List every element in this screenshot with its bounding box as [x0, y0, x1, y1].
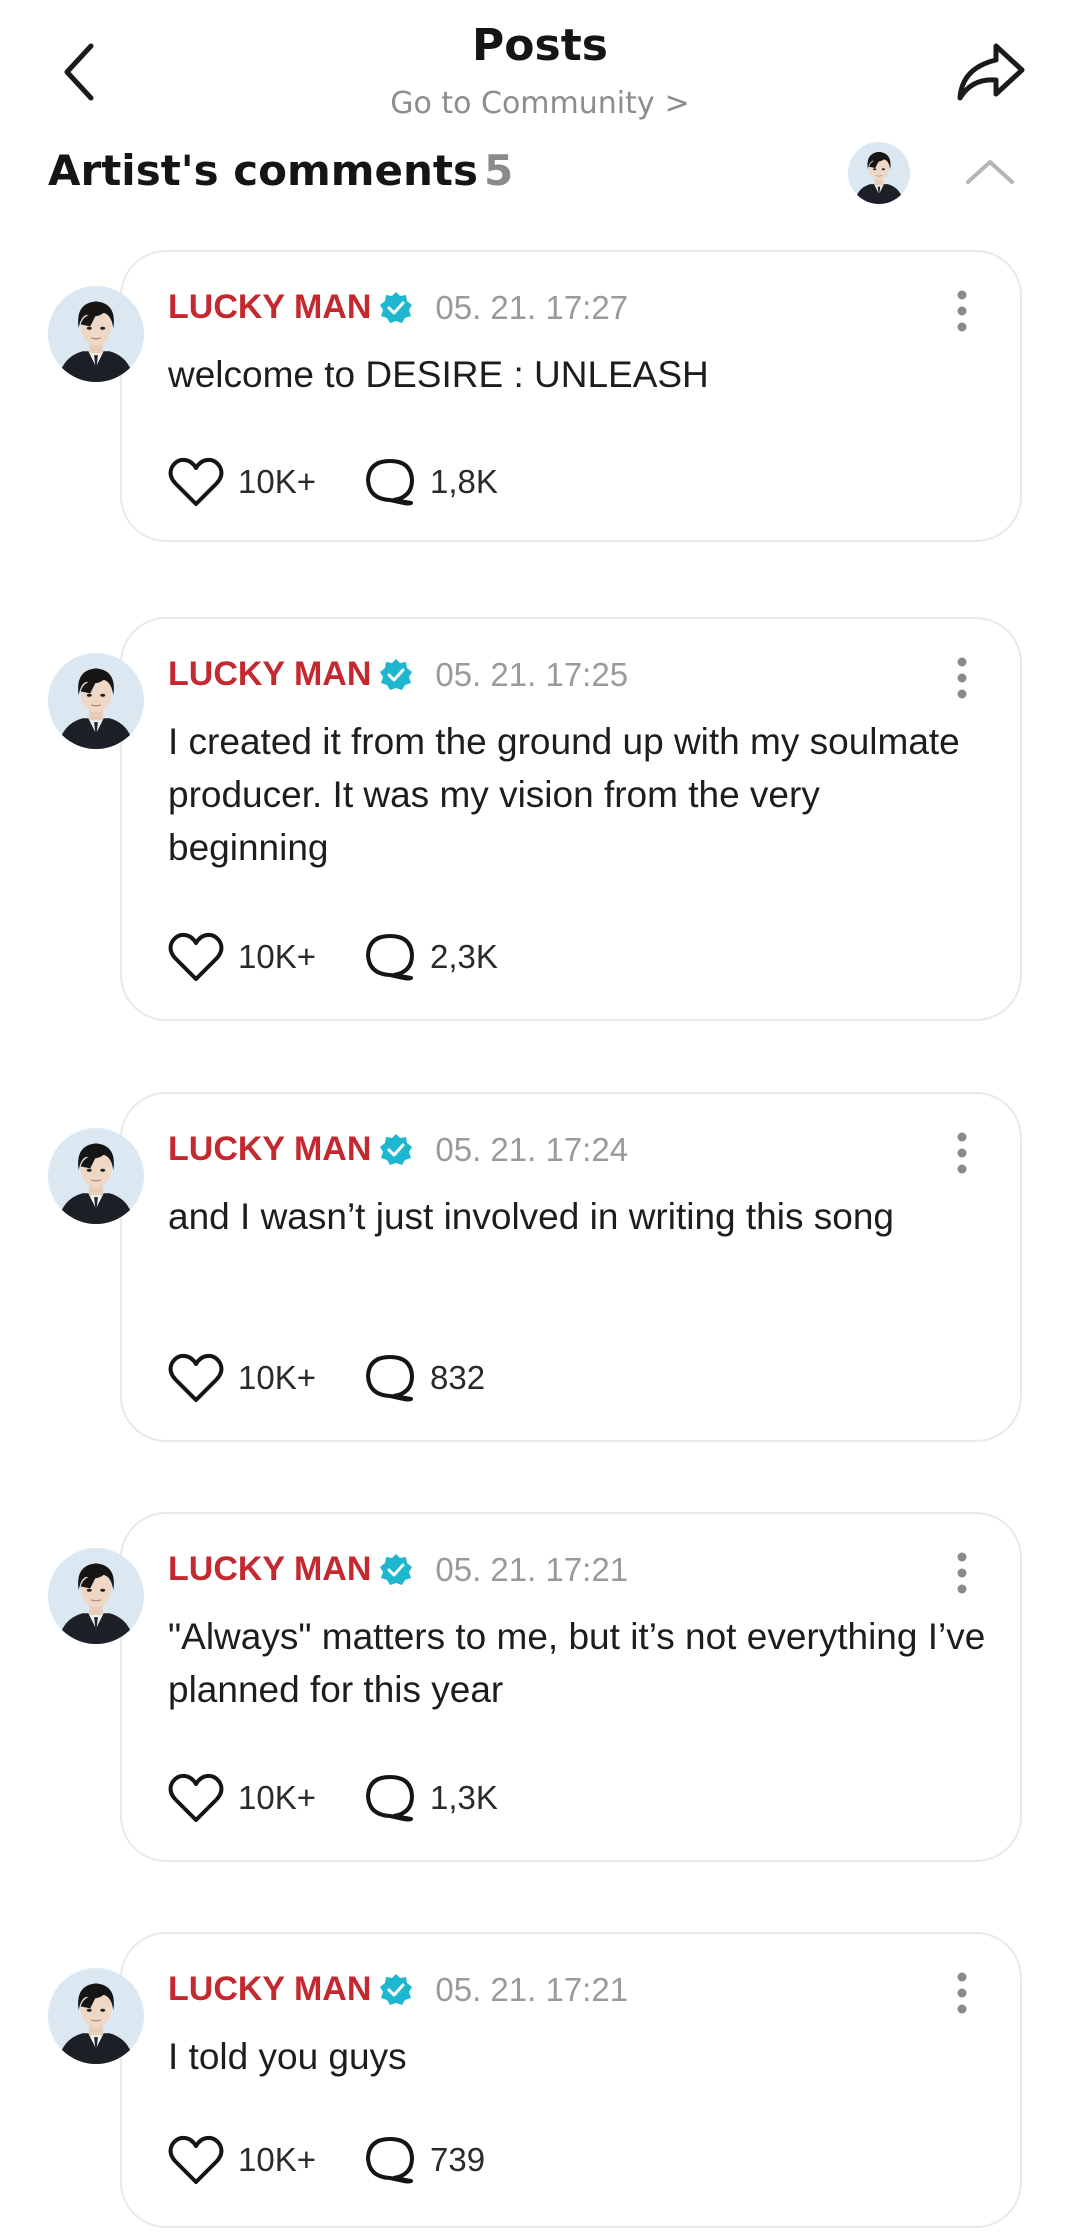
comment-actions: 10K+ 832	[168, 1352, 533, 1404]
like-button[interactable]: 10K+	[168, 1772, 316, 1824]
like-button[interactable]: 10K+	[168, 931, 316, 983]
like-count: 10K+	[238, 463, 316, 500]
heart-icon	[168, 1773, 224, 1822]
reply-count: 1,8K	[430, 463, 498, 500]
heart-icon	[168, 932, 224, 981]
go-to-community-label: Go to Community	[390, 86, 655, 121]
reply-count: 2,3K	[430, 938, 498, 975]
collapse-button[interactable]	[955, 140, 1025, 202]
heart-icon	[168, 2135, 224, 2184]
author-avatar[interactable]	[48, 1548, 144, 1644]
reply-count: 739	[430, 2141, 486, 2178]
share-button[interactable]	[945, 32, 1035, 112]
verified-badge-icon	[380, 1973, 413, 2005]
reply-button[interactable]: 832	[364, 1353, 485, 1403]
comment-timestamp: 05. 21. 17:27	[435, 288, 629, 326]
verified-badge-icon	[380, 658, 413, 690]
comment-author[interactable]: LUCKY MAN	[168, 1130, 371, 1169]
author-avatar[interactable]	[48, 653, 144, 749]
reply-count: 1,3K	[430, 1779, 498, 1816]
artist-comments-heading: Artist's comments 5	[48, 146, 513, 195]
more-options-button[interactable]	[942, 653, 982, 703]
comment-meta: LUCKY MAN 05. 21. 17:25	[168, 655, 628, 694]
reply-button[interactable]: 2,3K	[364, 932, 498, 982]
author-avatar[interactable]	[48, 286, 144, 382]
comment-bubble[interactable]: LUCKY MAN 05. 21. 17:25 I created it fro…	[120, 617, 1022, 1021]
heart-icon	[168, 457, 224, 506]
comment-card: LUCKY MAN 05. 21. 17:21 "Always" matters…	[0, 1512, 1080, 1862]
like-button[interactable]: 10K+	[168, 456, 316, 508]
comment-actions: 10K+ 1,3K	[168, 1772, 546, 1824]
go-to-community-link[interactable]: Go to Community >	[0, 86, 1080, 121]
more-options-button[interactable]	[942, 286, 982, 336]
comment-meta: LUCKY MAN 05. 21. 17:21	[168, 1550, 628, 1589]
more-vertical-icon	[957, 657, 967, 699]
like-count: 10K+	[238, 938, 316, 975]
reply-button[interactable]: 1,8K	[364, 457, 498, 507]
comment-author[interactable]: LUCKY MAN	[168, 1550, 371, 1589]
heart-icon	[168, 1353, 224, 1402]
comment-author[interactable]: LUCKY MAN	[168, 655, 371, 694]
verified-badge-icon	[380, 291, 413, 323]
comment-bubble-icon	[366, 1355, 414, 1402]
comment-bubble-icon	[366, 2137, 414, 2184]
comment-bubble[interactable]: LUCKY MAN 05. 21. 17:21 "Always" matters…	[120, 1512, 1022, 1862]
comment-card: LUCKY MAN 05. 21. 17:25 I created it fro…	[0, 617, 1080, 1027]
comment-timestamp: 05. 21. 17:25	[435, 655, 629, 693]
page-title: Posts	[472, 20, 608, 71]
reply-button[interactable]: 739	[364, 2135, 485, 2185]
more-vertical-icon	[957, 1132, 967, 1174]
comment-text: and I wasn’t just involved in writing th…	[168, 1196, 894, 1237]
comment-bubble[interactable]: LUCKY MAN 05. 21. 17:21 I told you guys …	[120, 1932, 1022, 2228]
like-button[interactable]: 10K+	[168, 2134, 316, 2186]
comment-meta: LUCKY MAN 05. 21. 17:27	[168, 288, 628, 327]
more-vertical-icon	[957, 1552, 967, 1594]
author-avatar[interactable]	[48, 1128, 144, 1224]
like-count: 10K+	[238, 2141, 316, 2178]
verified-badge-icon	[380, 1133, 413, 1165]
like-button[interactable]: 10K+	[168, 1352, 316, 1404]
more-options-button[interactable]	[942, 1548, 982, 1598]
comment-timestamp: 05. 21. 17:21	[435, 1550, 629, 1588]
comment-actions: 10K+ 2,3K	[168, 931, 546, 983]
more-vertical-icon	[957, 1972, 967, 2014]
comment-actions: 10K+ 1,8K	[168, 456, 546, 508]
comment-timestamp: 05. 21. 17:24	[435, 1130, 629, 1168]
author-avatar[interactable]	[48, 1968, 144, 2064]
comment-card: LUCKY MAN 05. 21. 17:21 I told you guys …	[0, 1932, 1080, 2228]
share-forward-icon	[957, 43, 1025, 101]
comment-text: welcome to DESIRE : UNLEASH	[168, 354, 709, 395]
comment-timestamp: 05. 21. 17:21	[435, 1970, 629, 2008]
comment-card: LUCKY MAN 05. 21. 17:24 and I wasn’t jus…	[0, 1092, 1080, 1442]
more-vertical-icon	[957, 290, 967, 332]
comment-text: I told you guys	[168, 2036, 407, 2077]
comment-bubble-icon	[366, 1775, 414, 1822]
comment-card: LUCKY MAN 05. 21. 17:27 welcome to DESIR…	[0, 250, 1080, 550]
reply-count: 832	[430, 1359, 486, 1396]
comment-bubble-icon	[366, 459, 414, 506]
chevron-right-icon: >	[664, 86, 690, 121]
comment-bubble[interactable]: LUCKY MAN 05. 21. 17:27 welcome to DESIR…	[120, 250, 1022, 542]
comment-meta: LUCKY MAN 05. 21. 17:21	[168, 1970, 628, 2009]
like-count: 10K+	[238, 1359, 316, 1396]
comment-bubble-icon	[366, 934, 414, 981]
comment-author[interactable]: LUCKY MAN	[168, 288, 371, 327]
artist-comments-count: 5	[484, 146, 514, 195]
top-app-bar: Posts Go to Community >	[0, 0, 1080, 140]
comment-text: "Always" matters to me, but it’s not eve…	[168, 1616, 986, 1710]
chevron-up-icon	[966, 160, 1014, 184]
more-options-button[interactable]	[942, 1968, 982, 2018]
comment-text: I created it from the ground up with my …	[168, 721, 960, 868]
more-options-button[interactable]	[942, 1128, 982, 1178]
comment-meta: LUCKY MAN 05. 21. 17:24	[168, 1130, 628, 1169]
comment-actions: 10K+ 739	[168, 2134, 533, 2186]
like-count: 10K+	[238, 1779, 316, 1816]
comment-bubble[interactable]: LUCKY MAN 05. 21. 17:24 and I wasn’t jus…	[120, 1092, 1022, 1442]
comment-author[interactable]: LUCKY MAN	[168, 1970, 371, 2009]
artist-comments-title: Artist's comments	[48, 146, 478, 195]
reply-button[interactable]: 1,3K	[364, 1773, 498, 1823]
verified-badge-icon	[380, 1553, 413, 1585]
artist-avatar[interactable]	[848, 142, 910, 204]
